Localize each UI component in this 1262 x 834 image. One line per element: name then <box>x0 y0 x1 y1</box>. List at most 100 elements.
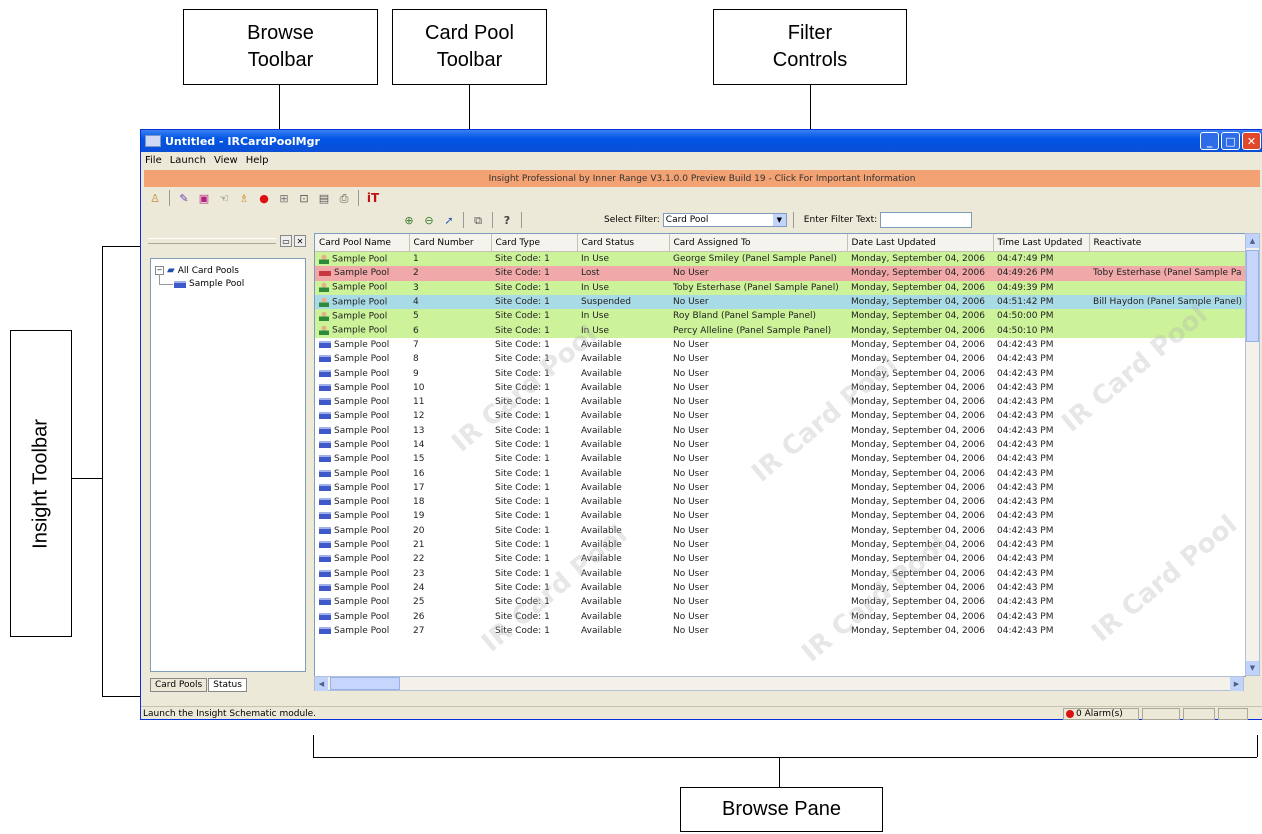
card-icon <box>319 555 331 563</box>
table-row[interactable]: Sample Pool 13 Site Code: 1 Available No Use… <box>315 423 1245 438</box>
table-row[interactable]: Sample Pool 8 Site Code: 1 Available No User… <box>315 352 1245 367</box>
table-cell: 04:42:43 PM <box>993 567 1089 581</box>
table-row[interactable]: Sample Pool 4 Site Code: 1 Suspended No User… <box>315 294 1245 310</box>
table-cell <box>1089 252 1245 267</box>
vertical-scrollbar[interactable]: ▲ ▼ <box>1245 233 1260 676</box>
table-row[interactable]: Sample Pool 14 Site Code: 1 Available No Use… <box>315 437 1245 453</box>
title-bar[interactable]: Untitled - IRCardPoolMgr _ □ ✕ <box>141 130 1262 152</box>
scroll-down-icon[interactable]: ▼ <box>1246 661 1259 675</box>
table-row[interactable]: Sample Pool 19 Site Code: 1 Available No Use… <box>315 509 1245 524</box>
browse-pane-bracket <box>313 757 1257 758</box>
column-header[interactable]: Time Last Updated <box>993 234 1090 252</box>
column-header[interactable]: Reactivate <box>1089 234 1245 252</box>
column-header[interactable]: Card Assigned To <box>669 234 848 252</box>
table-cell: 04:42:43 PM <box>993 395 1089 409</box>
pen-icon[interactable]: ✎ <box>177 191 191 205</box>
table-cell: 04:42:43 PM <box>993 538 1089 552</box>
table-cell: Available <box>577 352 669 366</box>
card-icon <box>319 340 331 348</box>
filter-text-input[interactable] <box>880 212 973 228</box>
info-banner[interactable]: Insight Professional by Inner Range V3.1… <box>144 170 1260 187</box>
table-row[interactable]: Sample Pool 16 Site Code: 1 Available No Use… <box>315 466 1245 481</box>
menu-help[interactable]: Help <box>246 155 269 166</box>
alarm-icon[interactable]: ● <box>257 191 271 205</box>
table-row[interactable]: Sample Pool 3 Site Code: 1 In Use Toby Ester… <box>315 280 1245 295</box>
table-row[interactable]: Sample Pool 20 Site Code: 1 Available No Use… <box>315 523 1245 538</box>
maximize-button[interactable]: □ <box>1221 132 1240 150</box>
card-reader-icon[interactable]: ▤ <box>317 191 331 205</box>
column-header[interactable]: Card Status <box>577 234 670 252</box>
table-row[interactable]: Sample Pool 21 Site Code: 1 Available No Use… <box>315 537 1245 553</box>
chevron-down-icon[interactable]: ▼ <box>772 214 786 226</box>
cell-text: No User <box>673 554 709 565</box>
minimize-button[interactable]: _ <box>1200 132 1219 150</box>
horizontal-scroll-thumb[interactable] <box>330 677 400 690</box>
cell-text: 04:42:43 PM <box>997 497 1054 508</box>
vertical-scroll-thumb[interactable] <box>1246 250 1259 342</box>
tab-card-pools[interactable]: Card Pools <box>150 678 208 692</box>
schematic-icon[interactable]: ⊞ <box>277 191 291 205</box>
inner-range-logo-icon[interactable]: iT <box>366 191 380 205</box>
table-row[interactable]: Sample Pool 18 Site Code: 1 Available No Use… <box>315 495 1245 510</box>
table-row[interactable]: Sample Pool 26 Site Code: 1 Available No Use… <box>315 609 1245 624</box>
table-row[interactable]: Sample Pool 1 Site Code: 1 In Use George Smi… <box>315 251 1245 267</box>
column-header[interactable]: Card Number <box>409 234 492 252</box>
pane-grip[interactable] <box>148 238 276 244</box>
pane-close-icon[interactable]: ✕ <box>294 235 306 247</box>
toolbar-separator <box>521 212 522 228</box>
copy-icon[interactable]: ⧉ <box>471 213 485 227</box>
cell-text: 3 <box>413 282 419 293</box>
scroll-right-icon[interactable]: ▶ <box>1230 677 1243 691</box>
column-header[interactable]: Card Type <box>491 234 578 252</box>
hand-icon[interactable]: ☜ <box>217 191 231 205</box>
printer-icon[interactable]: ⎙ <box>337 191 351 205</box>
table-row[interactable]: Sample Pool 2 Site Code: 1 Lost No User Monda… <box>315 266 1245 281</box>
table-row[interactable]: Sample Pool 10 Site Code: 1 Available No Use… <box>315 380 1245 395</box>
column-header[interactable]: Card Pool Name <box>315 234 410 252</box>
table-row[interactable]: Sample Pool 17 Site Code: 1 Available No Use… <box>315 480 1245 496</box>
menu-view[interactable]: View <box>214 155 238 166</box>
table-row[interactable]: Sample Pool 15 Site Code: 1 Available No Use… <box>315 452 1245 467</box>
edit-card-icon[interactable]: ➚ <box>442 213 456 227</box>
scroll-up-icon[interactable]: ▲ <box>1246 234 1259 248</box>
remove-cards-icon[interactable]: ⊖ <box>422 213 436 227</box>
add-cards-icon[interactable]: ⊕ <box>402 213 416 227</box>
column-header[interactable]: Date Last Updated <box>847 234 994 252</box>
table-row[interactable]: Sample Pool 9 Site Code: 1 Available No User… <box>315 366 1245 381</box>
horizontal-scrollbar[interactable]: ◀ ▶ <box>314 676 1244 691</box>
tab-status[interactable]: Status <box>208 678 247 692</box>
table-row[interactable]: Sample Pool 12 Site Code: 1 Available No Use… <box>315 409 1245 424</box>
table-row[interactable]: Sample Pool 11 Site Code: 1 Available No Use… <box>315 394 1245 410</box>
cell-text: 04:42:43 PM <box>997 582 1054 593</box>
table-row[interactable]: Sample Pool 23 Site Code: 1 Available No Use… <box>315 566 1245 581</box>
terminal-icon[interactable]: ⊡ <box>297 191 311 205</box>
alarm-status[interactable]: 0 Alarm(s) <box>1063 708 1139 720</box>
table-row[interactable]: Sample Pool 5 Site Code: 1 In Use Roy Bland … <box>315 309 1245 324</box>
table-row[interactable]: Sample Pool 7 Site Code: 1 Available No User… <box>315 337 1245 353</box>
help-icon[interactable]: ? <box>500 213 514 227</box>
close-button[interactable]: ✕ <box>1242 132 1261 150</box>
scroll-left-icon[interactable]: ◀ <box>315 677 328 691</box>
menu-file[interactable]: File <box>145 155 162 166</box>
table-row[interactable]: Sample Pool 27 Site Code: 1 Available No Use… <box>315 623 1245 639</box>
card-icon <box>319 441 331 448</box>
select-filter-dropdown[interactable]: Card Pool ▼ <box>662 213 787 227</box>
user-icon[interactable]: ♙ <box>148 191 162 205</box>
cell-text: 04:42:43 PM <box>997 511 1054 522</box>
table-cell: Available <box>577 509 669 523</box>
cell-text: 04:42:43 PM <box>997 354 1054 365</box>
table-cell: Monday, September 04, 2006 <box>847 252 993 267</box>
tree-item-sample-pool[interactable]: Sample Pool <box>174 279 244 289</box>
monitor-icon[interactable]: ▣ <box>197 191 211 205</box>
table-row[interactable]: Sample Pool 6 Site Code: 1 In Use Percy Alle… <box>315 323 1245 338</box>
insight-toolbar-callout: Insight Toolbar <box>10 330 72 637</box>
menu-launch[interactable]: Launch <box>170 155 206 166</box>
pane-restore-icon[interactable]: ▭ <box>280 235 292 247</box>
table-row[interactable]: Sample Pool 25 Site Code: 1 Available No Use… <box>315 595 1245 610</box>
tree-root-all-card-pools[interactable]: − ▰ All Card Pools <box>155 265 239 276</box>
table-row[interactable]: Sample Pool 24 Site Code: 1 Available No Use… <box>315 580 1245 596</box>
figure-icon[interactable]: ♗ <box>237 191 251 205</box>
table-cell: Site Code: 1 <box>491 567 577 581</box>
table-row[interactable]: Sample Pool 22 Site Code: 1 Available No Use… <box>315 552 1245 567</box>
cell-text: Site Code: 1 <box>495 397 550 408</box>
